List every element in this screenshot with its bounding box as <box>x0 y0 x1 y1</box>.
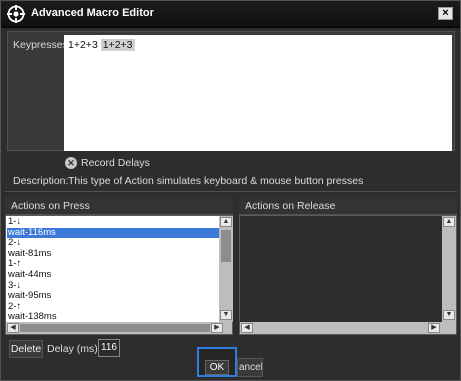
keypresses-field[interactable]: 1+2+3 1+2+3 <box>64 35 452 151</box>
window-title: Advanced Macro Editor <box>31 7 154 19</box>
actions-on-press-list[interactable]: 1-↓ wait-116ms 2-↓ wait-81ms 1-↑ wait-44ms 3-↓… <box>5 215 233 335</box>
keypresses-label: Keypresses: <box>13 39 71 51</box>
cancel-button[interactable]: ancel <box>237 358 263 377</box>
scroll-down-arrow-icon[interactable]: ▼ <box>220 310 232 320</box>
x-circle-icon[interactable]: ✕ <box>65 157 77 169</box>
list-item[interactable]: 2-↓ <box>7 238 219 248</box>
list-item[interactable]: 2-↑ <box>7 301 219 312</box>
list-item[interactable]: wait-44ms <box>7 270 219 280</box>
scroll-left-arrow-icon[interactable]: ◀ <box>241 323 253 333</box>
steelseries-logo-icon <box>7 5 25 23</box>
release-horizontal-scrollbar[interactable]: ◀ ▶ <box>240 322 456 334</box>
keypresses-text: 1+2+3 <box>68 39 98 51</box>
close-button[interactable]: × <box>438 7 453 20</box>
scroll-right-arrow-icon[interactable]: ▶ <box>211 323 223 333</box>
ok-button-focus-ring[interactable]: OK <box>197 347 237 377</box>
description-label: Description: <box>13 175 69 187</box>
scroll-left-arrow-icon[interactable]: ◀ <box>7 323 19 333</box>
actions-on-press-header: Actions on Press <box>5 197 233 215</box>
description-text: This type of Action simulates keyboard &… <box>68 175 364 187</box>
list-item[interactable]: wait-81ms <box>7 248 219 259</box>
actions-on-release-list[interactable]: ▲ ▼ ◀ ▶ <box>239 215 457 335</box>
list-item[interactable]: wait-95ms <box>7 291 219 301</box>
delay-input[interactable]: 116 <box>98 339 120 357</box>
actions-on-release-header: Actions on Release <box>239 197 457 215</box>
list-item[interactable]: wait-138ms <box>7 312 219 322</box>
press-horizontal-scrollbar[interactable]: ◀ ▶ <box>6 322 232 334</box>
scroll-thumb[interactable] <box>221 230 231 262</box>
scroll-thumb[interactable] <box>20 324 210 332</box>
list-item[interactable]: 1-↑ <box>7 259 219 269</box>
divider <box>5 191 457 192</box>
list-item[interactable]: 1-↓ <box>7 217 219 227</box>
delete-button[interactable]: Delete <box>9 340 43 358</box>
scroll-down-arrow-icon[interactable]: ▼ <box>443 310 455 320</box>
list-item[interactable]: wait-116ms <box>7 227 219 238</box>
ok-button[interactable]: OK <box>205 360 229 375</box>
release-vertical-scrollbar[interactable]: ▲ ▼ <box>442 216 456 322</box>
scroll-right-arrow-icon[interactable]: ▶ <box>428 323 440 333</box>
scroll-up-arrow-icon[interactable]: ▲ <box>443 217 455 227</box>
keypresses-value: 1+2+3 1+2+3 <box>68 39 135 51</box>
keypresses-selected-text: 1+2+3 <box>100 39 135 51</box>
delay-label: Delay (ms): <box>47 343 101 355</box>
macro-editor-window: Advanced Macro Editor × Keypresses: 1+2+… <box>0 0 461 381</box>
scroll-up-arrow-icon[interactable]: ▲ <box>220 217 232 227</box>
press-vertical-scrollbar[interactable]: ▲ ▼ <box>219 216 233 322</box>
record-delays-label: Record Delays <box>81 157 150 169</box>
list-item[interactable]: 3-↓ <box>7 280 219 291</box>
title-bar[interactable]: Advanced Macro Editor × <box>1 1 460 28</box>
